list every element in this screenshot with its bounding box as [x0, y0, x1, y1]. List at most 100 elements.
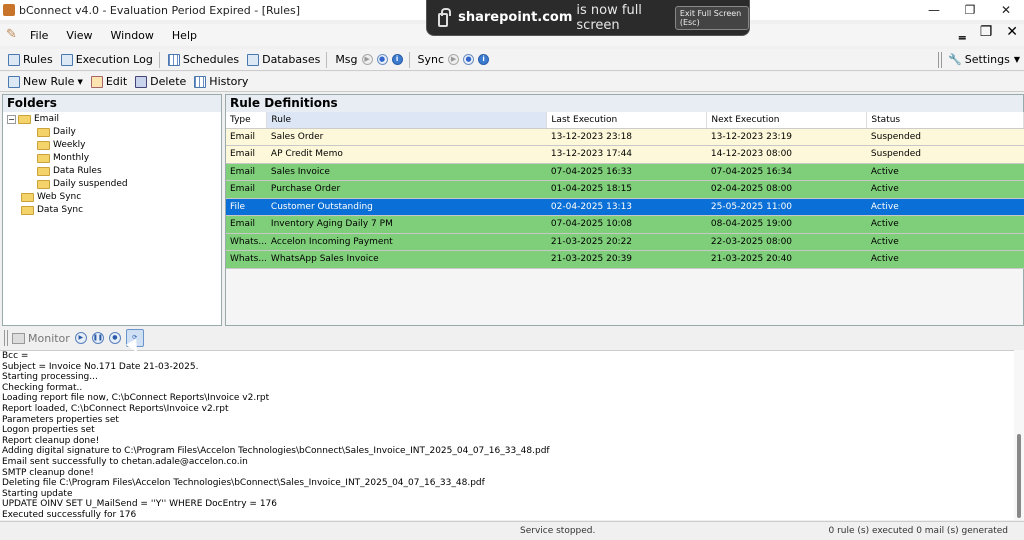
cell-next-execution: 21-03-2025 20:40 — [706, 250, 867, 269]
folder-icon — [37, 140, 50, 150]
msg-label: Msg — [335, 53, 358, 66]
mdi-restore-button[interactable]: ❐ — [980, 24, 993, 40]
cell-next-execution: 13-12-2023 23:19 — [706, 128, 867, 146]
cell-type: Email — [226, 128, 267, 146]
log-line: Executed successfully for 176 — [2, 509, 137, 520]
rules-button[interactable]: Rules — [8, 53, 53, 66]
cell-rule: WhatsApp Sales Invoice — [266, 250, 547, 269]
monitor-toolbar: Monitor ▶ ❚❚ ● ⟳ — [0, 328, 1024, 348]
column-header-status[interactable]: Status — [866, 112, 1024, 129]
log-line: SMTP cleanup done! — [2, 467, 94, 478]
wrench-icon: 🔧 — [948, 53, 962, 66]
sync-stop-icon[interactable]: ● — [463, 54, 475, 65]
execution-log-button[interactable]: Execution Log — [60, 53, 153, 66]
tree-node-weekly[interactable]: Weekly — [37, 140, 85, 150]
edit-button[interactable]: Edit — [90, 75, 127, 88]
sync-info-icon[interactable]: i — [478, 54, 490, 65]
cell-last-execution: 02-04-2025 13:13 — [546, 198, 707, 216]
table-row[interactable]: Email Sales Invoice 07-04-2025 16:33 07-… — [226, 163, 1024, 181]
cell-rule: Inventory Aging Daily 7 PM — [266, 215, 547, 234]
folder-icon — [37, 153, 50, 163]
menu-window[interactable]: Window — [111, 29, 154, 42]
tree-node-label: Monthly — [53, 153, 90, 163]
toolbar-grip — [4, 330, 8, 346]
monitor-pause-icon[interactable]: ❚❚ — [91, 332, 104, 344]
monitor-group: Monitor — [12, 332, 70, 345]
tree-node-label: Data Rules — [53, 166, 102, 176]
table-row[interactable]: Email Sales Order 13-12-2023 23:18 13-12… — [226, 128, 1024, 146]
history-icon — [194, 75, 207, 88]
toolbar-separator — [326, 51, 328, 68]
table-header-row: Type Rule Last Execution Next Execution … — [226, 112, 1024, 129]
log-scrollbar[interactable] — [1014, 350, 1024, 520]
column-header-last-execution[interactable]: Last Execution — [546, 112, 708, 129]
service-status: Service stopped. — [520, 526, 596, 536]
table-row-selected[interactable]: File Customer Outstanding 02-04-2025 13:… — [226, 198, 1024, 216]
rule-definitions-title: Rule Definitions — [226, 95, 1023, 112]
minimize-button[interactable]: — — [916, 0, 952, 20]
new-rule-icon — [8, 75, 20, 88]
msg-play-icon[interactable]: ▶ — [361, 54, 373, 65]
cell-next-execution: 14-12-2023 08:00 — [706, 145, 867, 164]
table-row[interactable]: Email Purchase Order 01-04-2025 18:15 02… — [226, 180, 1024, 199]
tree-node-daily-suspended[interactable]: Daily suspended — [37, 179, 128, 189]
cell-last-execution: 01-04-2025 18:15 — [546, 180, 707, 199]
monitor-play-icon[interactable]: ▶ — [74, 332, 87, 344]
tree-node-daily[interactable]: Daily — [37, 127, 76, 137]
log-line: Subject = Invoice No.171 Date 21-03-2025… — [2, 361, 199, 372]
cell-status: Suspended — [866, 128, 1024, 146]
folder-icon — [37, 179, 50, 189]
databases-button[interactable]: Databases — [247, 53, 320, 66]
schedules-button[interactable]: Schedules — [167, 53, 239, 66]
tree-node-label: Web Sync — [37, 192, 82, 202]
cell-next-execution: 22-03-2025 08:00 — [706, 233, 867, 251]
column-header-type[interactable]: Type — [226, 112, 268, 129]
msg-group: Msg ▶ ● i — [335, 53, 403, 66]
scrollbar-thumb[interactable] — [1017, 434, 1021, 518]
monitor-stop-icon[interactable]: ● — [108, 332, 121, 344]
tree-node-email[interactable]: − Email — [7, 114, 59, 124]
history-button[interactable]: History — [194, 75, 248, 88]
close-button[interactable]: ✕ — [988, 0, 1024, 20]
delete-button[interactable]: Delete — [135, 75, 186, 88]
window-controls: — ❐ ✕ — [916, 0, 1024, 20]
table-row[interactable]: Email Inventory Aging Daily 7 PM 07-04-2… — [226, 215, 1024, 234]
table-row[interactable]: Email AP Credit Memo 13-12-2023 17:44 14… — [226, 145, 1024, 164]
cell-type: File — [226, 198, 267, 216]
msg-info-icon[interactable]: i — [391, 54, 403, 65]
tree-node-data-rules[interactable]: Data Rules — [37, 166, 102, 176]
mdi-minimize-button[interactable]: ‗ — [959, 24, 966, 40]
cell-status: Active — [866, 180, 1024, 199]
menu-help[interactable]: Help — [172, 29, 197, 42]
cell-type: Email — [226, 180, 267, 199]
menu-view[interactable]: View — [66, 29, 92, 42]
mdi-close-button[interactable]: ✕ — [1006, 24, 1018, 40]
log-line: Checking format.. — [2, 382, 83, 393]
table-row[interactable]: Whats... WhatsApp Sales Invoice 21-03-20… — [226, 250, 1024, 269]
rule-toolbar: New Rule ▼ Edit Delete History — [0, 72, 1024, 92]
rules-icon — [8, 53, 20, 66]
maximize-button[interactable]: ❐ — [952, 0, 988, 20]
msg-stop-icon[interactable]: ● — [376, 54, 388, 65]
folder-icon — [18, 114, 31, 124]
cell-type: Email — [226, 163, 267, 181]
tree-node-monthly[interactable]: Monthly — [37, 153, 89, 163]
menu-file[interactable]: File — [30, 29, 48, 42]
collapse-icon[interactable]: − — [7, 114, 16, 124]
table-row[interactable]: Whats... Accelon Incoming Payment 21-03-… — [226, 233, 1024, 251]
chevron-down-icon: ▼ — [77, 77, 83, 86]
new-rule-button[interactable]: New Rule ▼ — [8, 75, 83, 88]
cell-next-execution: 07-04-2025 16:34 — [706, 163, 867, 181]
cell-status: Active — [866, 250, 1024, 269]
toolbar-separator — [408, 51, 410, 68]
column-header-next-execution[interactable]: Next Execution — [706, 112, 868, 129]
log-line: Parameters properties set — [2, 414, 119, 425]
column-header-rule[interactable]: Rule — [266, 112, 548, 129]
exit-fullscreen-button[interactable]: Exit Full Screen (Esc) — [674, 5, 749, 30]
folders-title: Folders — [3, 95, 221, 112]
settings-menu[interactable]: 🔧 Settings ▼ — [938, 51, 1020, 68]
sync-play-icon[interactable]: ▶ — [448, 54, 460, 65]
tree-node-web-sync[interactable]: Web Sync — [21, 192, 81, 202]
tree-node-data-sync[interactable]: Data Sync — [21, 205, 83, 215]
fullscreen-message: is now full screen — [576, 2, 642, 33]
